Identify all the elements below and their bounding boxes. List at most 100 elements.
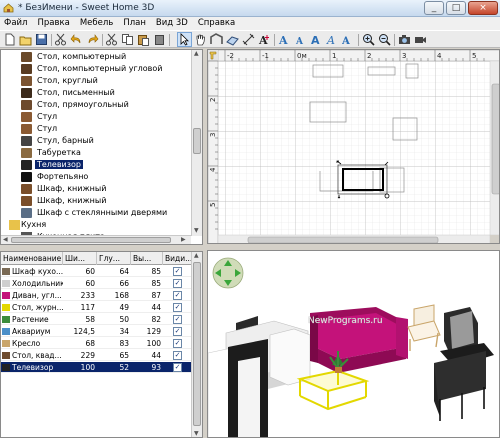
cell-name-text: Диван, угл... xyxy=(12,291,62,300)
zoom-in-icon[interactable] xyxy=(362,33,375,46)
col-width-header[interactable]: Ши... xyxy=(63,252,97,265)
cell-name-text: Аквариум xyxy=(12,327,51,336)
ruler-x-label: -1 xyxy=(262,52,269,60)
chair-icon xyxy=(21,124,32,134)
bold-icon[interactable]: A xyxy=(310,33,323,46)
catalog-hscroll-thumb[interactable] xyxy=(11,237,171,243)
table-scroll-thumb[interactable] xyxy=(193,262,201,426)
create-walls-icon[interactable] xyxy=(210,33,223,46)
table-row[interactable]: Стол, журн... 117 49 44 ✓ xyxy=(1,302,192,313)
col-height-header[interactable]: Вы... xyxy=(131,252,163,265)
catalog-item[interactable]: Стол, компьютерный угловой xyxy=(1,63,191,75)
zoom-text-out-icon[interactable]: A xyxy=(294,33,307,46)
open-icon[interactable] xyxy=(19,33,32,46)
catalog-category[interactable]: Кухня xyxy=(1,219,191,231)
ruler-x-label: 4 xyxy=(437,52,442,60)
undo-icon[interactable] xyxy=(70,33,83,46)
menu-edit[interactable]: Правка xyxy=(33,17,75,30)
catalog-scroll-thumb[interactable] xyxy=(193,128,201,154)
visible-checkbox[interactable]: ✓ xyxy=(173,303,182,312)
visible-checkbox[interactable]: ✓ xyxy=(173,339,182,348)
cell-depth: 64 xyxy=(119,267,129,276)
catalog-item-label: Шкаф, книжный xyxy=(37,196,107,205)
plan-view[interactable]: -2 -1 0м 1 2 3 4 5 2 3 4 5 xyxy=(207,49,500,244)
visible-checkbox[interactable]: ✓ xyxy=(173,327,182,336)
catalog-vertical-scrollbar[interactable]: ▲ ▼ xyxy=(191,50,202,236)
catalog-category-label: Кухня xyxy=(21,220,47,229)
maximize-button[interactable]: □ xyxy=(446,1,466,15)
table-row[interactable]: Телевизор 100 52 93 ✓ xyxy=(1,362,192,373)
catalog-horizontal-scrollbar[interactable]: ◀ ▶ xyxy=(1,235,191,244)
zoom-text-in-icon[interactable]: A xyxy=(278,33,291,46)
catalog-item[interactable]: Стол, компьютерный xyxy=(1,51,191,63)
table-vertical-scrollbar[interactable]: ▲ ▼ xyxy=(191,252,202,437)
table-row[interactable]: Диван, угл... 233 168 87 ✓ xyxy=(1,290,192,301)
text-style-icon[interactable]: A xyxy=(342,33,355,46)
visible-checkbox[interactable]: ✓ xyxy=(173,279,182,288)
col-name-header[interactable]: Наименование xyxy=(1,252,63,265)
catalog-item[interactable]: Шкаф, книжный xyxy=(1,195,191,207)
zoom-out-icon[interactable] xyxy=(378,33,391,46)
add-text-icon[interactable]: A xyxy=(258,33,271,46)
bookcase-icon xyxy=(21,196,32,206)
catalog-item[interactable]: Стул xyxy=(1,111,191,123)
catalog-item[interactable]: Стул xyxy=(1,123,191,135)
create-rooms-icon[interactable] xyxy=(226,33,239,46)
visible-checkbox[interactable]: ✓ xyxy=(173,351,182,360)
table-row[interactable]: Растение 58 50 82 ✓ xyxy=(1,314,192,325)
catalog-item[interactable]: Стол, письменный xyxy=(1,87,191,99)
navigation-arrows-icon[interactable] xyxy=(212,257,244,289)
pan-icon[interactable] xyxy=(194,33,207,46)
table-row[interactable]: Стол, квад... 229 65 44 ✓ xyxy=(1,350,192,361)
redo-icon[interactable] xyxy=(86,33,99,46)
main-toolbar: A A A A A A xyxy=(0,30,500,48)
catalog-item-label: Стол, прямоугольный xyxy=(37,100,129,109)
cut-icon[interactable] xyxy=(54,33,67,46)
tv-icon xyxy=(2,364,10,371)
cell-width: 60 xyxy=(85,279,95,288)
visible-checkbox[interactable]: ✓ xyxy=(173,291,182,300)
catalog-item[interactable]: Стол, круглый xyxy=(1,75,191,87)
table-row[interactable]: Шкаф кухо... 60 64 85 ✓ xyxy=(1,266,192,277)
new-icon[interactable] xyxy=(3,33,16,46)
catalog-item[interactable]: Фортепьяно xyxy=(1,171,191,183)
create-dimensions-icon[interactable] xyxy=(242,33,255,46)
3d-view[interactable]: NewPrograms.ru xyxy=(207,250,500,438)
visible-checkbox[interactable]: ✓ xyxy=(173,267,182,276)
menu-3d-view[interactable]: Вид 3D xyxy=(152,17,194,30)
copy-icon[interactable] xyxy=(121,33,134,46)
minimize-button[interactable]: _ xyxy=(424,1,444,15)
table-row[interactable]: Кресло 68 83 100 ✓ xyxy=(1,338,192,349)
visible-checkbox[interactable]: ✓ xyxy=(173,315,182,324)
menu-furniture[interactable]: Мебель xyxy=(76,17,119,30)
catalog-item[interactable]: Стул, барный xyxy=(1,135,191,147)
cut2-icon[interactable] xyxy=(105,33,118,46)
paste-icon[interactable] xyxy=(137,33,150,46)
delete-icon[interactable] xyxy=(153,33,166,46)
chair-icon xyxy=(21,112,32,122)
menu-plan[interactable]: План xyxy=(119,17,152,30)
col-visible-header[interactable]: Види... xyxy=(163,252,192,265)
close-button[interactable]: × xyxy=(468,1,498,15)
catalog-item[interactable]: Стол, прямоугольный xyxy=(1,99,191,111)
create-photo-icon[interactable] xyxy=(398,33,411,46)
save-icon[interactable] xyxy=(35,33,48,46)
cell-width: 124,5 xyxy=(73,327,95,336)
table-row[interactable]: Холодильник 60 66 85 ✓ xyxy=(1,278,192,289)
catalog-item[interactable]: Шкаф, книжный xyxy=(1,183,191,195)
cell-name-text: Шкаф кухо... xyxy=(12,267,63,276)
create-video-icon[interactable] xyxy=(414,33,427,46)
catalog-item[interactable]: Табуретка xyxy=(1,147,191,159)
catalog-item[interactable]: Шкаф с стеклянными дверями xyxy=(1,207,191,219)
menu-help[interactable]: Справка xyxy=(194,17,241,30)
corner-desk-icon xyxy=(21,64,32,74)
select-icon[interactable] xyxy=(177,32,192,47)
italic-icon[interactable]: A xyxy=(326,33,339,46)
ruler-y-label: 3 xyxy=(209,133,217,137)
table-row[interactable]: Аквариум 124,5 34 129 ✓ xyxy=(1,326,192,337)
visible-checkbox[interactable]: ✓ xyxy=(173,363,182,372)
menu-file[interactable]: Файл xyxy=(0,17,33,30)
catalog-item[interactable]: Телевизор xyxy=(1,159,191,171)
col-depth-header[interactable]: Глу... xyxy=(97,252,131,265)
catalog-item-label: Стол, круглый xyxy=(37,76,98,85)
